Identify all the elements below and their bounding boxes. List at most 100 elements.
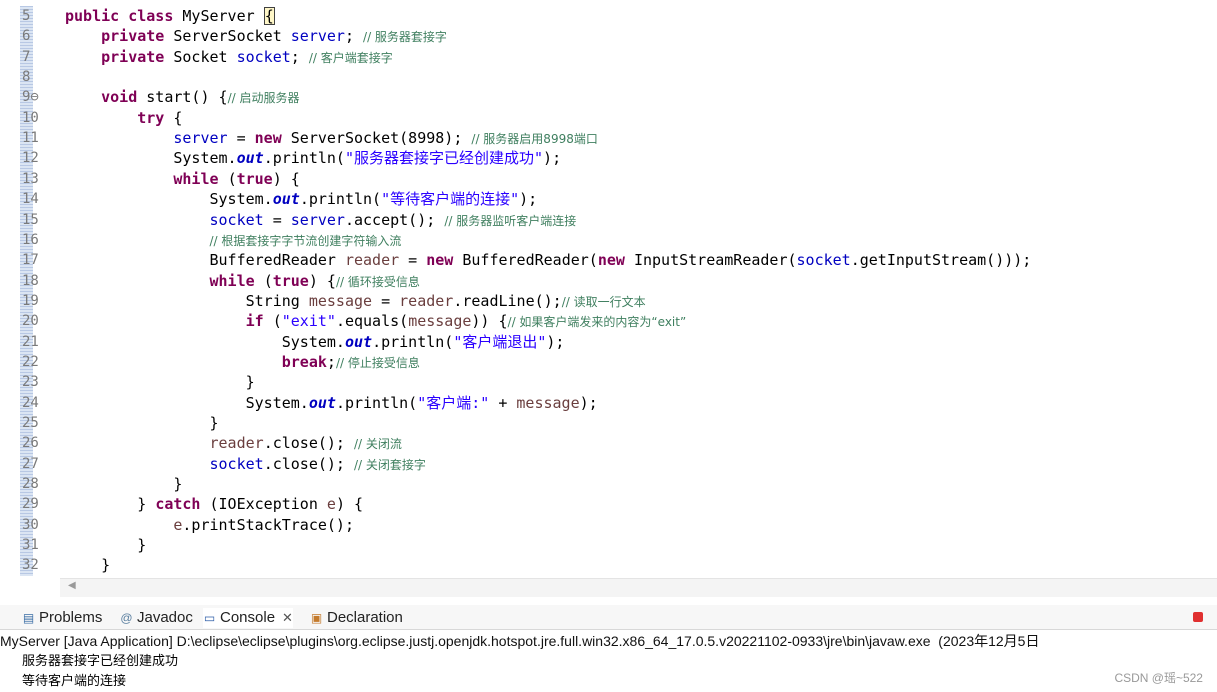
code-token: { (173, 108, 183, 127)
code-line[interactable]: 9⊖ void start() {// 启动服务器 (0, 87, 1217, 107)
code-token: true (236, 169, 273, 188)
code-text: } (65, 535, 146, 555)
code-line[interactable]: 14 System.out.println("等待客户端的连接"); (0, 189, 1217, 209)
code-line[interactable]: 31 } (0, 535, 1217, 555)
code-token: "客户端:" (417, 393, 490, 412)
code-line[interactable]: 29 } catch (IOException e) { (0, 494, 1217, 514)
code-token: new (597, 251, 634, 270)
code-token: System. (65, 393, 309, 412)
code-line[interactable]: 24 System.out.println("客户端:" + message); (0, 393, 1217, 413)
code-token: .accept(); (344, 210, 445, 229)
code-line[interactable]: 10 try { (0, 108, 1217, 128)
code-token: "客户端退出" (453, 332, 547, 351)
code-text: reader.close(); // 关闭流 (65, 433, 402, 454)
code-line[interactable]: 26 reader.close(); // 关闭流 (0, 433, 1217, 453)
code-line[interactable]: 7 private Socket socket; // 客户端套接字 (0, 47, 1217, 67)
code-text: String message = reader.readLine();// 读取… (65, 291, 646, 312)
code-token: // 根据套接字字节流创建字符输入流 (209, 233, 402, 248)
code-token: ( (263, 271, 273, 290)
text-cursor: { (263, 7, 275, 25)
line-number: 27 (22, 455, 39, 472)
code-token: ServerSocket(8998); (290, 129, 472, 148)
watermark: CSDN @瑶~522 (1114, 671, 1203, 685)
horizontal-scrollbar[interactable]: ◀ (60, 578, 1217, 597)
line-number: 12 (22, 150, 39, 167)
code-line[interactable]: 11 server = new ServerSocket(8998); // 服… (0, 128, 1217, 148)
line-number: 17 (22, 252, 39, 269)
code-token: out (236, 149, 264, 168)
code-line[interactable]: 13 while (true) { (0, 169, 1217, 189)
code-line[interactable]: 27 socket.close(); // 关闭套接字 (0, 454, 1217, 474)
code-line[interactable]: 30 e.printStackTrace(); (0, 515, 1217, 535)
code-token: catch (155, 495, 210, 514)
code-text: BufferedReader reader = new BufferedRead… (65, 250, 1031, 270)
code-token: .readLine(); (453, 291, 562, 310)
at-icon: @ (120, 610, 133, 625)
console-icon: ▭ (203, 610, 216, 625)
code-line[interactable]: 25 } (0, 413, 1217, 433)
code-token: } (65, 414, 219, 432)
code-token: // 停止接受信息 (335, 355, 420, 370)
code-token: ( (227, 169, 237, 188)
code-token: // 启动服务器 (227, 91, 300, 106)
code-line[interactable]: 17 BufferedReader reader = new BufferedR… (0, 250, 1217, 270)
code-text: socket = server.accept(); // 服务器监听客户端连接 (65, 210, 577, 231)
line-number: 29 (22, 496, 39, 513)
code-line[interactable]: 8 (0, 67, 1217, 87)
tab-declaration[interactable]: ▣ Declaration (310, 608, 403, 628)
code-text: } (65, 413, 219, 433)
code-token: .equals( (335, 312, 409, 331)
code-token: // 关闭流 (354, 437, 402, 452)
code-token: .println( (372, 332, 454, 351)
code-token: public (65, 7, 129, 25)
code-token: reader (344, 251, 400, 270)
code-text: public class MyServer { (65, 6, 275, 26)
code-line[interactable]: 21 System.out.println("客户端退出"); (0, 332, 1217, 352)
code-token: // 关闭套接字 (354, 457, 426, 472)
code-text: while (true) { (65, 169, 299, 189)
code-line[interactable]: 12 System.out.println("服务器套接字已经创建成功"); (0, 148, 1217, 168)
code-token: ; (344, 27, 364, 46)
code-token: System. (65, 190, 273, 209)
close-icon[interactable]: ✕ (282, 608, 293, 628)
code-token: = (263, 210, 291, 229)
code-text: socket.close(); // 关闭套接字 (65, 454, 426, 475)
code-line[interactable]: 15 socket = server.accept(); // 服务器监听客户端… (0, 210, 1217, 230)
code-line[interactable]: 19 String message = reader.readLine();//… (0, 291, 1217, 311)
code-line[interactable]: 5 public class MyServer { (0, 6, 1217, 26)
code-line[interactable]: 20 if ("exit".equals(message)) {// 如果客户端… (0, 311, 1217, 331)
code-token: out (344, 332, 373, 351)
tab-declaration-label: Declaration (327, 609, 403, 626)
code-line[interactable]: 22 break;// 停止接受信息 (0, 352, 1217, 372)
line-number: 28 (22, 476, 39, 493)
line-number: 18 (22, 272, 39, 289)
line-number: 7 (22, 48, 31, 65)
scroll-left-icon[interactable]: ◀ (68, 580, 76, 591)
code-token: + (489, 393, 517, 412)
code-token: new (254, 129, 291, 148)
code-text: while (true) {// 循环接受信息 (65, 271, 420, 292)
code-token: "服务器套接字已经创建成功" (344, 149, 544, 168)
code-line[interactable]: 18 while (true) {// 循环接受信息 (0, 271, 1217, 291)
code-line[interactable]: 16 // 根据套接字字节流创建字符输入流 (0, 230, 1217, 250)
code-line[interactable]: 32 } (0, 555, 1217, 575)
tab-javadoc[interactable]: @ Javadoc (120, 608, 192, 628)
code-line[interactable]: 23 } (0, 372, 1217, 392)
tab-problems[interactable]: ▤ Problems (22, 608, 103, 628)
code-line[interactable]: 6 private ServerSocket server; // 服务器套接字 (0, 26, 1217, 46)
line-number: 11 (22, 130, 39, 147)
terminate-icon[interactable] (1193, 612, 1203, 622)
tab-console[interactable]: ▭ Console ✕ (203, 608, 293, 628)
line-number: 14 (22, 191, 39, 208)
code-text: try { (65, 108, 182, 128)
code-editor[interactable]: 5 public class MyServer {6 private Server… (0, 0, 1217, 578)
code-token: ; (290, 47, 309, 66)
line-number: 23 (22, 374, 39, 391)
code-line[interactable]: 28 } (0, 474, 1217, 494)
line-number: 32 (22, 557, 39, 574)
